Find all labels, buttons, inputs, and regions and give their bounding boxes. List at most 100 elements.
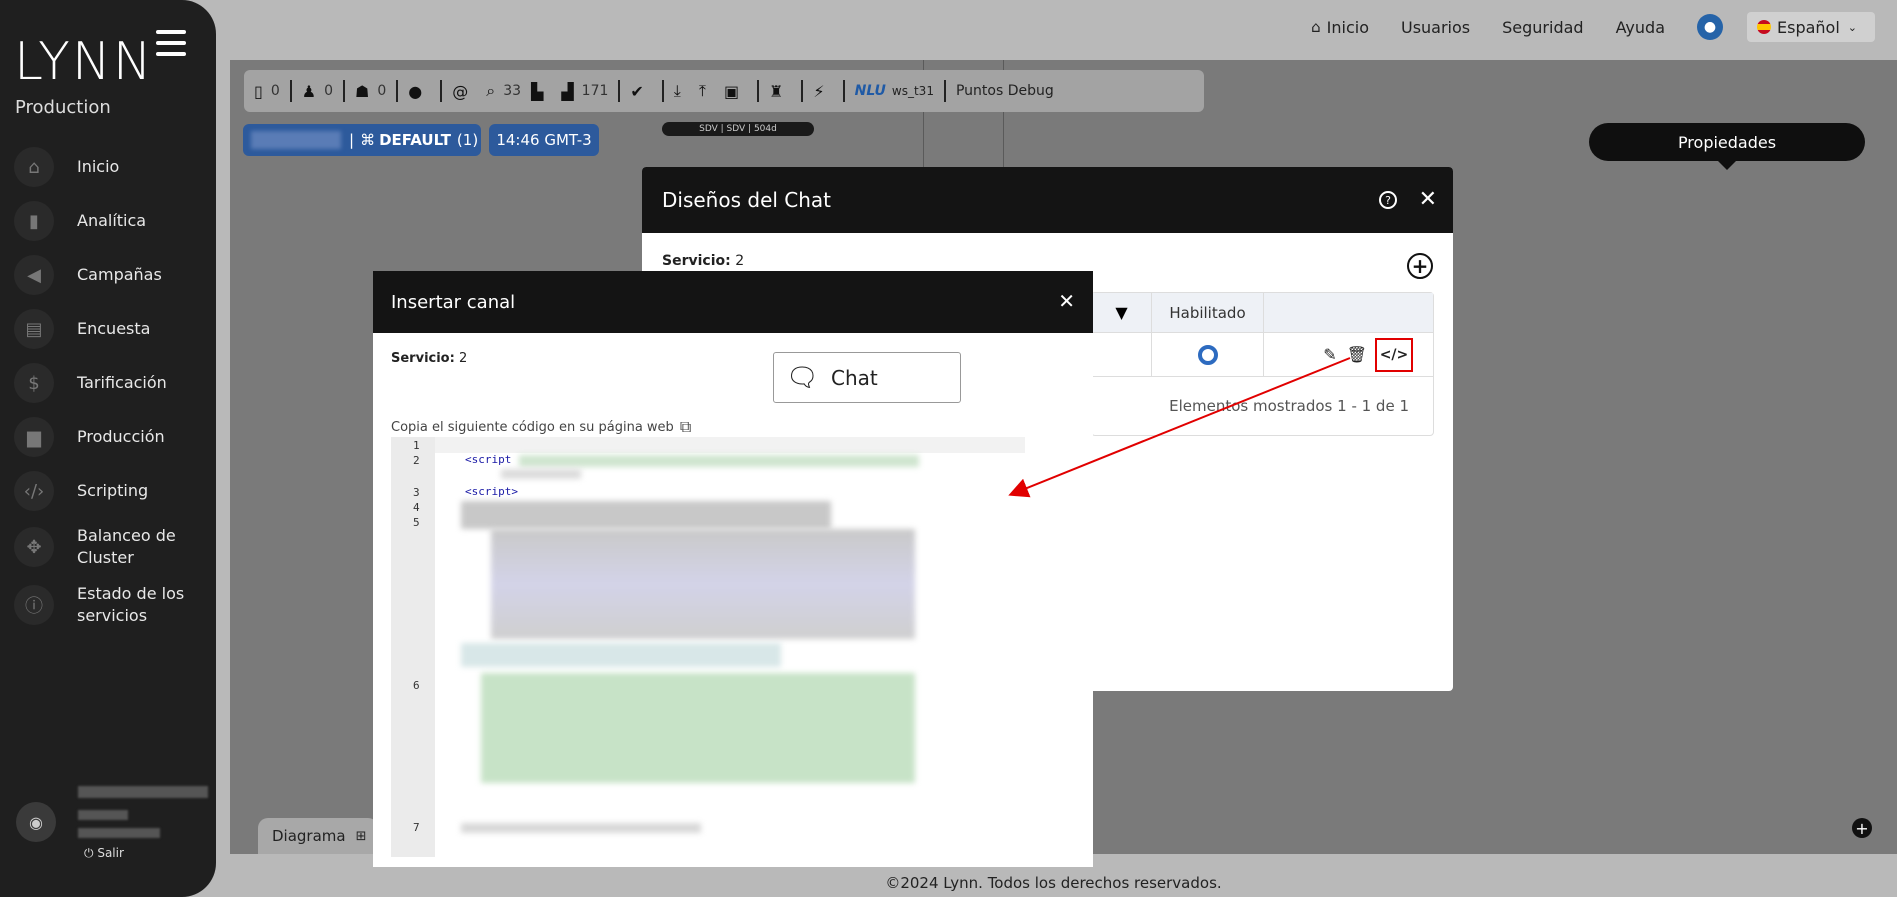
diagram-tab[interactable]: Diagrama ⊞ <box>258 818 378 854</box>
table-cell <box>1092 333 1152 376</box>
toolbar-download[interactable]: ⤓ <box>674 81 689 101</box>
embed-code-button[interactable]: </> <box>1375 337 1413 372</box>
toolbar-export[interactable]: ▣ <box>724 82 747 101</box>
docs-count: 0 <box>270 83 280 99</box>
notification-bell-icon[interactable]: ● <box>1697 14 1723 40</box>
edit-icon[interactable]: ✎ <box>1323 345 1336 364</box>
check-icon: ✔ <box>630 81 644 101</box>
sidebar-item-encuesta[interactable]: ▤ Encuesta <box>14 302 214 356</box>
document-icon: ▯ <box>254 81 263 101</box>
role-redacted <box>78 810 128 820</box>
language-selector[interactable]: Español ⌄ <box>1747 12 1875 42</box>
toolbar-connect[interactable]: ⚡ <box>813 82 832 101</box>
bots-count: 0 <box>377 83 387 99</box>
nav-home-link[interactable]: ⌂ Inicio <box>1311 18 1369 37</box>
copy-instructions-text: Copia el siguiente código en su página w… <box>391 419 674 435</box>
add-design-button[interactable]: + <box>1407 253 1433 279</box>
trash-icon[interactable]: 🗑 <box>1347 345 1367 364</box>
nav-users-link[interactable]: Usuarios <box>1401 18 1470 37</box>
sidebar-item-inicio[interactable]: ⌂ Inicio <box>14 140 214 194</box>
language-label: Español <box>1777 17 1840 37</box>
redacted-code <box>481 673 915 783</box>
toolbar-bots[interactable]: ☗ 0 <box>355 82 386 101</box>
redacted-code <box>461 643 781 667</box>
code-editor[interactable]: 1 2 3 4 5 6 7 <script <script> <box>391 437 1025 857</box>
chat-widget-preview-button[interactable]: 🗨 Chat <box>773 352 961 403</box>
search-count: 33 <box>503 83 522 99</box>
properties-button[interactable]: Propiedades <box>1589 123 1865 161</box>
toolbar-nlu[interactable]: NLU ws_t31 <box>855 83 934 99</box>
sidebar-nav: ⌂ Inicio ▮ Analítica ◀ Campañas ▤ Encues… <box>14 140 214 634</box>
sidebar-item-scripting[interactable]: ‹/› Scripting <box>14 464 214 518</box>
logout-button[interactable]: ⏻ Salir <box>84 846 124 861</box>
line-number: 2 <box>413 454 420 467</box>
toolbar-search[interactable]: ⌕ 33 <box>486 81 521 101</box>
puzzle-icon: ▙ <box>531 81 544 101</box>
toolbar-puzzle-a[interactable]: ▙ <box>531 82 551 101</box>
sidebar-item-estado[interactable]: ⓘ Estado de los servicios <box>14 576 214 634</box>
line-number: 6 <box>413 679 420 692</box>
megaphone-icon: ◀ <box>14 255 54 295</box>
redacted-name <box>251 131 341 149</box>
divider <box>440 80 443 102</box>
info-icon: ⓘ <box>14 585 54 625</box>
agent-icon: ♟ <box>301 81 317 101</box>
sidebar-item-produccion[interactable]: ▆ Producción <box>14 410 214 464</box>
network-icon: ✥ <box>14 527 54 567</box>
camera-icon[interactable]: ◉ <box>16 802 56 842</box>
hamburger-menu-icon[interactable] <box>156 30 186 58</box>
items-shown-label: Elementos mostrados 1 - 1 de 1 <box>1169 397 1409 415</box>
sidebar-item-balanceo[interactable]: ✥ Balanceo de Cluster <box>14 518 214 576</box>
toolbar-docs[interactable]: ▯ 0 <box>254 82 280 101</box>
broom-icon: ♜ <box>769 81 784 101</box>
environment-label: Production <box>15 97 111 118</box>
toolbar-puzzle-b[interactable]: ▟ 171 <box>561 82 608 101</box>
username-redacted <box>78 786 208 798</box>
canvas-node-label: SDV | SDV | 504d <box>662 122 814 136</box>
enabled-radio[interactable] <box>1197 344 1218 365</box>
chat-bubbles-icon: 🗨 <box>786 362 820 393</box>
active-line-highlight <box>435 437 1025 453</box>
help-icon[interactable]: ? <box>1379 191 1397 209</box>
redacted-code <box>461 823 701 833</box>
debug-points-label: Puntos Debug <box>955 83 1054 99</box>
default-label: DEFAULT <box>379 131 451 149</box>
toolbar-agents[interactable]: ♟ 0 <box>302 82 333 101</box>
email-redacted <box>78 828 160 838</box>
dollar-icon: $ <box>14 363 54 403</box>
toolbar-debug-points[interactable]: Puntos Debug <box>956 83 1054 99</box>
sidebar-item-campanas[interactable]: ◀ Campañas <box>14 248 214 302</box>
divider <box>396 80 399 102</box>
divider <box>801 80 804 102</box>
sidebar-item-tarificacion[interactable]: $ Tarificación <box>14 356 214 410</box>
nav-help-link[interactable]: Ayuda <box>1616 18 1665 37</box>
puzzle-piece-icon: ▟ <box>561 81 574 101</box>
dialog-header: Insertar canal ✕ <box>373 271 1093 333</box>
copy-instructions: Copia el siguiente código en su página w… <box>391 417 691 437</box>
diagram-tab-label: Diagrama <box>272 827 346 845</box>
download-icon: ⤓ <box>673 81 681 100</box>
sidebar-item-analitica[interactable]: ▮ Analítica <box>14 194 214 248</box>
nav-security-link[interactable]: Seguridad <box>1502 18 1583 37</box>
toolbar-validate[interactable]: ✔ <box>630 82 651 101</box>
sidebar-item-label: Analítica <box>77 211 147 230</box>
copy-icon[interactable]: ⧉ <box>680 417 691 437</box>
toolbar-email[interactable]: @ <box>452 82 476 101</box>
insert-channel-dialog: Insertar canal ✕ Servicio: 2 🗨 Chat Copi… <box>373 271 1093 867</box>
enabled-cell <box>1152 333 1264 376</box>
toolbar-upload[interactable]: ⤒ <box>699 81 714 101</box>
code-icon: ‹/› <box>14 471 54 511</box>
toolbar-clean[interactable]: ♜ <box>769 82 791 101</box>
divider <box>618 80 621 102</box>
add-circle-icon[interactable]: + <box>1852 818 1872 838</box>
toolbar-chat[interactable]: ● <box>408 82 430 101</box>
close-icon[interactable]: ✕ <box>1058 289 1075 313</box>
code-token: <script <box>465 453 512 466</box>
filter-icon[interactable]: ▼ <box>1092 293 1152 332</box>
default-status-pill[interactable]: | ⌘ DEFAULT (1) <box>243 124 481 156</box>
dialog-header: Diseños del Chat ? ✕ <box>642 167 1453 233</box>
close-icon[interactable]: ✕ <box>1419 187 1437 212</box>
table-row: ✎ 🗑 </> <box>1092 333 1433 377</box>
sidebar-item-label: Campañas <box>77 265 162 284</box>
nlu-label: NLU <box>854 83 886 99</box>
